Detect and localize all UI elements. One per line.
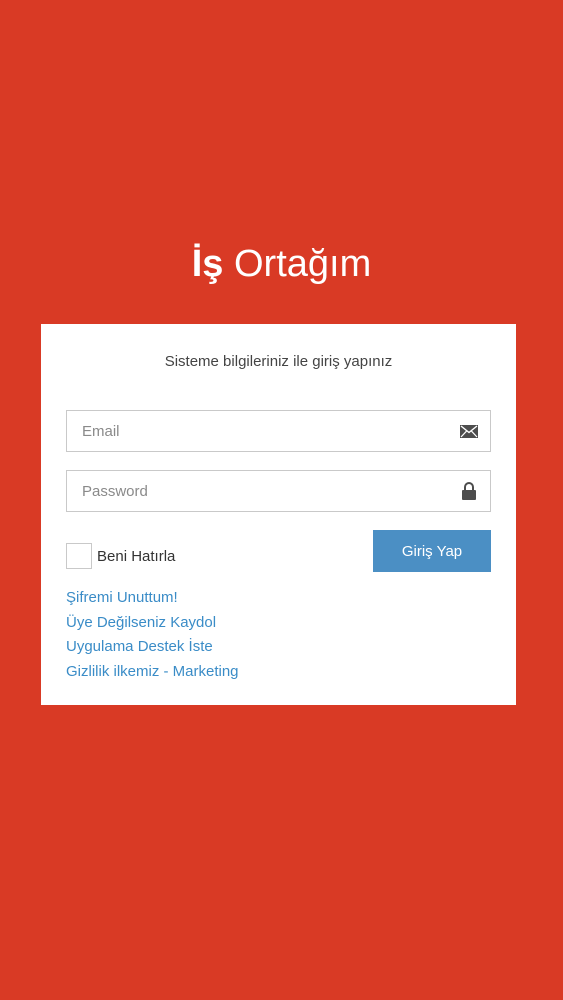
- password-field: [66, 470, 491, 512]
- brand-logo: İş Ortağım: [0, 238, 563, 290]
- remember-checkbox[interactable]: [66, 543, 92, 569]
- remember-me[interactable]: Beni Hatırla: [66, 543, 175, 569]
- brand-logo-light: Ortağım: [234, 243, 372, 285]
- privacy-policy-link[interactable]: Gizlilik ilkemiz - Marketing: [66, 660, 239, 685]
- support-link[interactable]: Uygulama Destek İste: [66, 635, 239, 660]
- email-field: [66, 410, 491, 452]
- brand-logo-bold: İş: [191, 243, 224, 285]
- login-button[interactable]: Giriş Yap: [373, 530, 491, 572]
- login-subtitle: Sisteme bilgileriniz ile giriş yapınız: [164, 353, 393, 370]
- email-input[interactable]: [67, 411, 490, 451]
- password-input[interactable]: [67, 471, 490, 511]
- remember-label: Beni Hatırla: [97, 547, 176, 565]
- login-card: Sisteme bilgileriniz ile giriş yapınız B…: [41, 324, 516, 705]
- envelope-icon: [459, 421, 479, 441]
- register-link[interactable]: Üye Değilseniz Kaydol: [66, 611, 239, 636]
- lock-icon: [459, 481, 479, 501]
- help-links: Şifremi Unuttum! Üye Değilseniz Kaydol U…: [66, 586, 239, 684]
- forgot-password-link[interactable]: Şifremi Unuttum!: [66, 586, 239, 611]
